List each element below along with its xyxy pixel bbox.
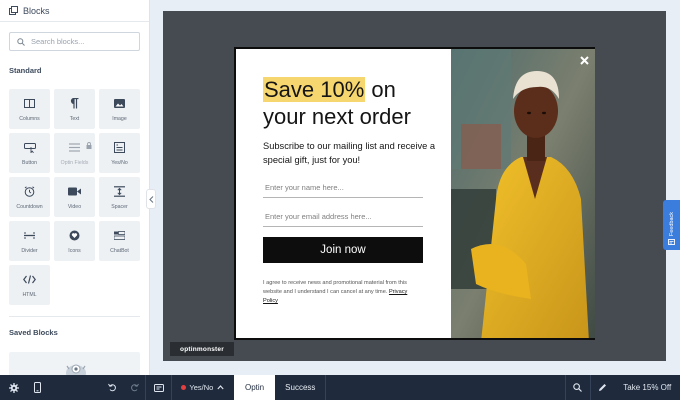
block-label: Spacer <box>111 203 128 210</box>
block-label: HTML <box>22 291 37 298</box>
paragraph-icon <box>68 97 82 111</box>
popup-subtext: Subscribe to our mailing list and receiv… <box>263 141 436 165</box>
gear-icon <box>8 382 19 393</box>
block-yes-no[interactable]: Yes/No <box>99 133 140 173</box>
block-label: Video <box>67 203 82 210</box>
redo-button[interactable] <box>123 375 145 400</box>
tab-success[interactable]: Success <box>275 375 325 400</box>
feedback-tab[interactable]: Feedback <box>663 200 680 250</box>
yes-no-icon <box>113 141 127 155</box>
headline-line2: your next order <box>263 104 411 129</box>
undo-button[interactable] <box>101 375 123 400</box>
pencil-icon <box>599 384 606 391</box>
block-label: Divider <box>21 247 38 254</box>
block-countdown[interactable]: Countdown <box>9 177 50 217</box>
settings-button[interactable] <box>0 375 28 400</box>
feedback-icon <box>668 239 675 245</box>
standard-section-title: Standard <box>9 66 42 75</box>
blocks-sidebar: Blocks Standard Columns Text Image Butto… <box>0 0 150 375</box>
block-text[interactable]: Text <box>54 89 95 129</box>
mobile-preview-button[interactable] <box>28 375 48 400</box>
block-icons[interactable]: Icons <box>54 221 95 261</box>
block-label: Optin Fields <box>60 159 89 166</box>
block-label: Yes/No <box>111 159 128 166</box>
email-field[interactable] <box>263 206 423 227</box>
chatbot-icon <box>113 229 127 243</box>
join-now-button[interactable]: Join now <box>263 237 423 263</box>
block-label: Image <box>112 115 127 122</box>
block-label: Text <box>69 115 80 122</box>
chevron-up-icon <box>217 385 224 390</box>
columns-icon <box>23 97 37 111</box>
close-icon[interactable] <box>578 54 590 66</box>
search-blocks-box[interactable] <box>9 32 140 51</box>
block-label: Icons <box>68 247 81 254</box>
video-icon <box>68 185 82 199</box>
saved-blocks-title: Saved Blocks <box>9 328 58 337</box>
form-icon <box>153 383 164 392</box>
sidebar-divider <box>9 316 140 317</box>
search-icon <box>17 33 25 51</box>
lock-icon <box>86 136 92 149</box>
sidebar-title: Blocks <box>23 5 50 16</box>
name-field[interactable] <box>263 177 423 198</box>
block-columns[interactable]: Columns <box>9 89 50 129</box>
headline-text: on <box>365 77 396 102</box>
chevron-left-icon <box>148 190 154 208</box>
monster-mascot-icon <box>63 360 89 375</box>
woman-in-yellow-blazer-photo <box>451 49 595 338</box>
bottom-toolbar: Yes/No Optin Success Take 15% Off <box>0 375 680 400</box>
popup-photo <box>451 49 595 338</box>
blocks-grid: Columns Text Image Button Optin Fields Y… <box>9 89 141 305</box>
search-icon <box>573 383 583 392</box>
block-optin-fields[interactable]: Optin Fields <box>54 133 95 173</box>
icons-icon <box>68 229 82 243</box>
sidebar-header: Blocks <box>0 0 149 22</box>
block-divider[interactable]: Divider <box>9 221 50 261</box>
image-icon <box>113 97 127 111</box>
popup-content: Save 10% on your next order Subscribe to… <box>236 49 451 338</box>
feedback-label: Feedback <box>668 211 675 236</box>
status-dot <box>181 385 187 390</box>
block-video[interactable]: Video <box>54 177 95 217</box>
undo-icon <box>107 383 116 392</box>
optin-fields-icon <box>68 141 82 155</box>
headline-highlight: Save 10% <box>263 77 366 102</box>
search-button[interactable] <box>566 375 590 400</box>
campaign-name[interactable]: Take 15% Off <box>614 375 680 400</box>
consent-text: I agree to receive news and promotional … <box>263 279 423 306</box>
redo-icon <box>130 383 139 392</box>
form-view-button[interactable] <box>146 375 171 400</box>
block-image[interactable]: Image <box>99 89 140 129</box>
mobile-icon <box>34 382 42 393</box>
blocks-icon <box>9 6 18 15</box>
block-label: Columns <box>19 115 40 122</box>
optinmonster-logo: optinmonster <box>170 342 234 356</box>
consent-body: I agree to receive news and promotional … <box>263 280 407 295</box>
yes-no-toggle[interactable]: Yes/No <box>172 375 234 400</box>
popup-headline: Save 10% on your next order <box>263 76 411 130</box>
toolbar-divider <box>325 375 327 400</box>
divider-icon <box>23 229 37 243</box>
spacer-icon <box>113 185 127 199</box>
block-chatbot[interactable]: ChatBot <box>99 221 140 261</box>
edit-name-button[interactable] <box>591 375 615 400</box>
collapse-sidebar-toggle[interactable] <box>146 189 156 209</box>
block-label: Button <box>22 159 37 166</box>
search-input[interactable] <box>31 37 131 46</box>
block-label: ChatBot <box>110 247 129 254</box>
block-html[interactable]: HTML <box>9 265 50 305</box>
yes-no-label: Yes/No <box>189 383 214 392</box>
block-spacer[interactable]: Spacer <box>99 177 140 217</box>
block-button[interactable]: Button <box>9 133 50 173</box>
block-label: Countdown <box>16 203 43 210</box>
optin-popup: Save 10% on your next order Subscribe to… <box>234 47 595 340</box>
button-icon <box>23 141 37 155</box>
html-code-icon <box>23 273 37 287</box>
countdown-icon <box>23 185 37 199</box>
tab-optin[interactable]: Optin <box>233 375 276 400</box>
